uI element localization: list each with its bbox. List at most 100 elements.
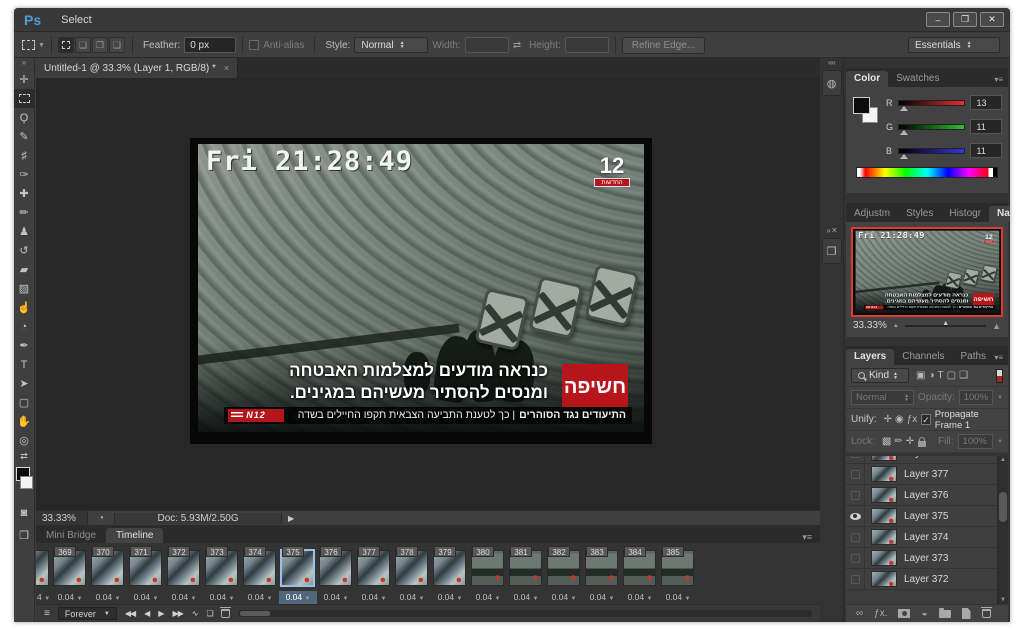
fill-field[interactable]: 100% [957,434,994,449]
collapsed-panel-icon-1[interactable]: ◍ [821,70,842,96]
frame-duration[interactable]: 0.04 ▼ [431,591,469,604]
collapse-dock-icon[interactable]: «« [820,58,843,69]
height-input[interactable] [564,37,609,53]
intersect-selection-button[interactable]: ❑ [108,37,125,53]
frame-381[interactable]: 381 0.04 ▼ [507,545,545,604]
tab-histogr[interactable]: Histogr [941,206,989,222]
layer-filter-select[interactable]: Kind [851,368,909,383]
frame-duration[interactable]: 0.04 ▼ [469,591,507,604]
layer-row[interactable]: Layer 378 [846,456,1008,464]
channel-value-field[interactable]: 11 [970,119,1002,134]
previous-frame-button[interactable]: ◀ [144,609,150,618]
layer-row[interactable]: Layer 377 [846,463,1008,485]
rectangular-marquee-tool[interactable] [14,89,34,108]
frame-duration[interactable]: 0.04 ▼ [127,591,165,604]
layer-row[interactable]: Layer 375 [846,505,1008,527]
timeline-panel-menu-icon[interactable]: ▾≡ [802,532,820,543]
fill-dropdown-icon[interactable]: ▼ [997,439,1003,445]
status-options-arrow[interactable]: ▶ [288,514,294,523]
close-tab-icon[interactable]: × [224,63,229,73]
gradient-tool[interactable]: ▨ [14,279,34,298]
restore-button[interactable]: ❐ [953,12,977,27]
filter-toggle-switch[interactable] [996,368,1003,383]
lock-icon[interactable]: ▩ [882,436,891,447]
timeline-options-icon[interactable]: ≡ [44,608,50,619]
history-brush-tool[interactable]: ↺ [14,241,34,260]
close-button[interactable]: ✕ [980,12,1004,27]
tab-layers[interactable]: Layers [846,349,895,365]
channel-slider[interactable] [898,147,966,154]
adjustment-layer-icon[interactable]: ◒ [921,608,927,619]
layer-row[interactable]: Layer 373 [846,547,1008,569]
frame-375[interactable]: 375 0.04 ▼ [279,545,317,604]
frame-duration[interactable]: 0.04 ▼ [621,591,659,604]
feather-input[interactable]: 0 px [184,37,237,53]
frame-370[interactable]: 370 0.04 ▼ [89,545,127,604]
crop-tool[interactable]: ♯ [14,146,34,165]
opacity-dropdown-icon[interactable]: ▼ [997,395,1003,401]
layer-thumbnail[interactable] [871,550,897,566]
frame-duration[interactable]: 0.04 ▼ [165,591,203,604]
lasso-tool[interactable]: Ϙ [14,108,34,127]
tab-adjustm[interactable]: Adjustm [846,206,898,222]
layer-thumbnail[interactable] [871,456,897,461]
delete-layer-icon[interactable] [980,606,992,618]
tab-navigator[interactable]: Navigator [989,206,1010,222]
swap-dimensions-icon[interactable]: ⇄ [513,40,521,51]
first-frame-button[interactable]: ◀◀ [125,609,136,618]
document-tab[interactable]: Untitled-1 @ 33.3% (Layer 1, RGB/8) * × [36,58,239,78]
opacity-field[interactable]: 100% [958,390,994,405]
navigator-zoom-slider[interactable]: ▲ [904,320,987,327]
frame-duration[interactable]: 0.04 ▼ [393,591,431,604]
collapse-tools-icon[interactable]: » [14,58,34,70]
visibility-toggle[interactable] [846,463,865,485]
loop-count-select[interactable]: Forever ▼ [57,607,117,620]
frame-duration[interactable]: 0.04 ▼ [279,591,317,604]
layers-scrollbar[interactable]: ▲ ▼ [997,456,1008,604]
panel-menu-icon[interactable]: ▾≡ [994,353,1008,365]
layer-row[interactable]: Layer 376 [846,484,1008,506]
new-group-icon[interactable] [938,607,951,618]
tab-channels[interactable]: Channels [894,349,952,365]
tab-styles[interactable]: Styles [898,206,941,222]
refine-edge-button[interactable]: Refine Edge... [621,36,706,54]
frame-duration[interactable]: 0.04 ▼ [659,591,697,604]
unify-icon[interactable]: ƒx [907,414,918,425]
frame-partial[interactable]: 4 ▼ [36,545,51,604]
frame-duration[interactable]: 0.04 ▼ [89,591,127,604]
frame-duration[interactable]: 0.04 ▼ [203,591,241,604]
clone-stamp-tool[interactable]: ♟ [14,222,34,241]
collapsed-panel-icon-2[interactable]: ❒ [821,238,842,264]
tab-timeline[interactable]: Timeline [106,528,164,544]
filter-icon[interactable]: ❑ [959,370,968,381]
color-spectrum-ramp[interactable] [856,167,998,178]
frame-duration[interactable]: 0.04 ▼ [317,591,355,604]
eraser-tool[interactable]: ▰ [14,260,34,279]
navigator-zoom-field[interactable]: 33.33% [853,320,887,331]
style-select[interactable]: Normal [354,37,429,53]
frame-duration[interactable]: 0.04 ▼ [545,591,583,604]
frame-376[interactable]: 376 0.04 ▼ [317,545,355,604]
lock-icon[interactable]: ✛ [906,436,914,447]
background-color-swatch[interactable] [20,476,33,489]
layer-thumbnail[interactable] [871,508,897,524]
frame-371[interactable]: 371 0.04 ▼ [127,545,165,604]
zoom-in-icon[interactable]: ▲ [992,321,1001,331]
frame-duration[interactable]: 0.04 ▼ [241,591,279,604]
new-selection-button[interactable] [57,37,74,53]
workspace-select[interactable]: Essentials [908,37,1000,53]
lock-icon[interactable]: ✏ [894,436,902,447]
panel-menu-icon[interactable]: ▾≡ [994,75,1008,87]
layer-mask-icon[interactable] [898,609,911,618]
layer-thumbnail[interactable] [871,487,897,503]
document-size-info[interactable]: Doc: 5.93M/2.50G [114,512,283,524]
frame-duration[interactable]: 0.04 ▼ [51,591,89,604]
zoom-out-icon[interactable]: ▲ [893,323,899,329]
visibility-toggle[interactable] [846,526,865,548]
anti-alias-checkbox[interactable] [249,40,260,50]
brush-tool[interactable]: ✏ [14,203,34,222]
frame-383[interactable]: 383 0.04 ▼ [583,545,621,604]
minimize-button[interactable]: – [926,12,950,27]
frame-374[interactable]: 374 0.04 ▼ [241,545,279,604]
hand-tool[interactable]: ✋ [14,412,34,431]
